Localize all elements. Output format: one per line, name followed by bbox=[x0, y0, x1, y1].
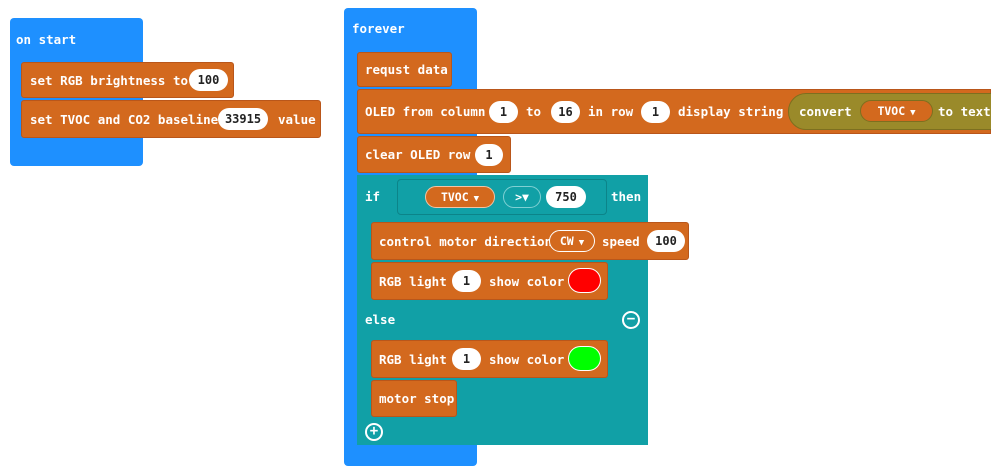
red-color-picker[interactable] bbox=[568, 268, 601, 293]
clear-row-input[interactable]: 1 bbox=[475, 144, 503, 166]
rgb-light-green-block[interactable]: RGB light 1 show color bbox=[371, 340, 608, 378]
caret-down-icon: ▼ bbox=[910, 108, 916, 118]
else-label: else bbox=[365, 312, 396, 327]
direction-value: CW bbox=[559, 234, 574, 248]
comparison-block[interactable]: TVOC ▼ >▼ 750 bbox=[397, 179, 607, 215]
green-color-picker[interactable] bbox=[568, 346, 601, 371]
caret-down-icon: ▼ bbox=[473, 194, 480, 204]
request-data-block[interactable]: requst data bbox=[357, 52, 452, 87]
row-input[interactable]: 1 bbox=[641, 101, 670, 123]
baseline-suffix-label: value bbox=[278, 112, 316, 127]
set-baseline-label: set TVOC and CO2 baseline bbox=[30, 112, 219, 127]
speed-label: speed bbox=[602, 234, 640, 249]
oled-to-label: to bbox=[526, 104, 542, 119]
speed-input[interactable]: 100 bbox=[647, 230, 685, 252]
if-sensor-value: TVOC bbox=[440, 190, 469, 204]
rgb-index-input[interactable]: 1 bbox=[452, 270, 481, 292]
operator-dropdown[interactable]: >▼ bbox=[503, 186, 541, 208]
column-start-input[interactable]: 1 bbox=[489, 101, 518, 123]
convert-label: convert bbox=[799, 104, 852, 119]
convert-to-text-block[interactable]: convert TVOC ▼ to text bbox=[788, 93, 991, 130]
baseline-value-input[interactable]: 33915 bbox=[218, 108, 268, 130]
forever-label: forever bbox=[352, 21, 405, 36]
minus-circle-icon[interactable]: − bbox=[622, 311, 640, 329]
control-motor-label: control motor direction bbox=[379, 234, 553, 249]
oled-display-block[interactable]: OLED from column 1 to 16 in row 1 displa… bbox=[357, 89, 991, 134]
brightness-value-input[interactable]: 100 bbox=[189, 69, 228, 91]
operator-value: > bbox=[515, 190, 522, 204]
set-baseline-block[interactable]: set TVOC and CO2 baseline 33915 value bbox=[21, 100, 321, 138]
convert-sensor-dropdown[interactable]: TVOC ▼ bbox=[860, 100, 933, 122]
motor-stop-block[interactable]: motor stop bbox=[371, 380, 457, 417]
if-sensor-dropdown[interactable]: TVOC ▼ bbox=[425, 186, 495, 208]
rgb-light-label: RGB light bbox=[379, 274, 447, 289]
motor-stop-label: motor stop bbox=[379, 391, 455, 406]
rgb-light-label: RGB light bbox=[379, 352, 447, 367]
threshold-input[interactable]: 750 bbox=[546, 186, 586, 208]
direction-dropdown[interactable]: CW ▼ bbox=[549, 230, 595, 252]
caret-down-icon: ▼ bbox=[522, 190, 529, 204]
if-header: if TVOC ▼ >▼ 750 then bbox=[357, 175, 648, 219]
clear-oled-row-block[interactable]: clear OLED row 1 bbox=[357, 136, 511, 173]
set-rgb-brightness-block[interactable]: set RGB brightness to 100 bbox=[21, 62, 234, 98]
to-text-label: to text bbox=[938, 104, 991, 119]
show-color-label: show color bbox=[489, 352, 565, 367]
convert-sensor-value: TVOC bbox=[877, 104, 906, 118]
column-end-input[interactable]: 16 bbox=[551, 101, 580, 123]
rgb-index-input[interactable]: 1 bbox=[452, 348, 481, 370]
control-motor-block[interactable]: control motor direction CW ▼ speed 100 bbox=[371, 222, 689, 260]
if-footer: + bbox=[357, 419, 648, 445]
then-label: then bbox=[611, 189, 642, 204]
display-string-label: display string bbox=[678, 104, 784, 119]
show-color-label: show color bbox=[489, 274, 565, 289]
request-data-label: requst data bbox=[365, 62, 448, 77]
else-row: else − bbox=[357, 302, 648, 339]
on-start-label: on start bbox=[16, 32, 77, 47]
oled-in-row-label: in row bbox=[588, 104, 634, 119]
rgb-light-red-block[interactable]: RGB light 1 show color bbox=[371, 262, 608, 300]
set-rgb-brightness-label: set RGB brightness to bbox=[30, 73, 189, 88]
oled-from-column-label: OLED from column bbox=[365, 104, 486, 119]
plus-circle-icon[interactable]: + bbox=[365, 423, 383, 441]
caret-down-icon: ▼ bbox=[578, 238, 585, 248]
if-label: if bbox=[365, 189, 381, 204]
clear-oled-row-label: clear OLED row bbox=[365, 147, 471, 162]
